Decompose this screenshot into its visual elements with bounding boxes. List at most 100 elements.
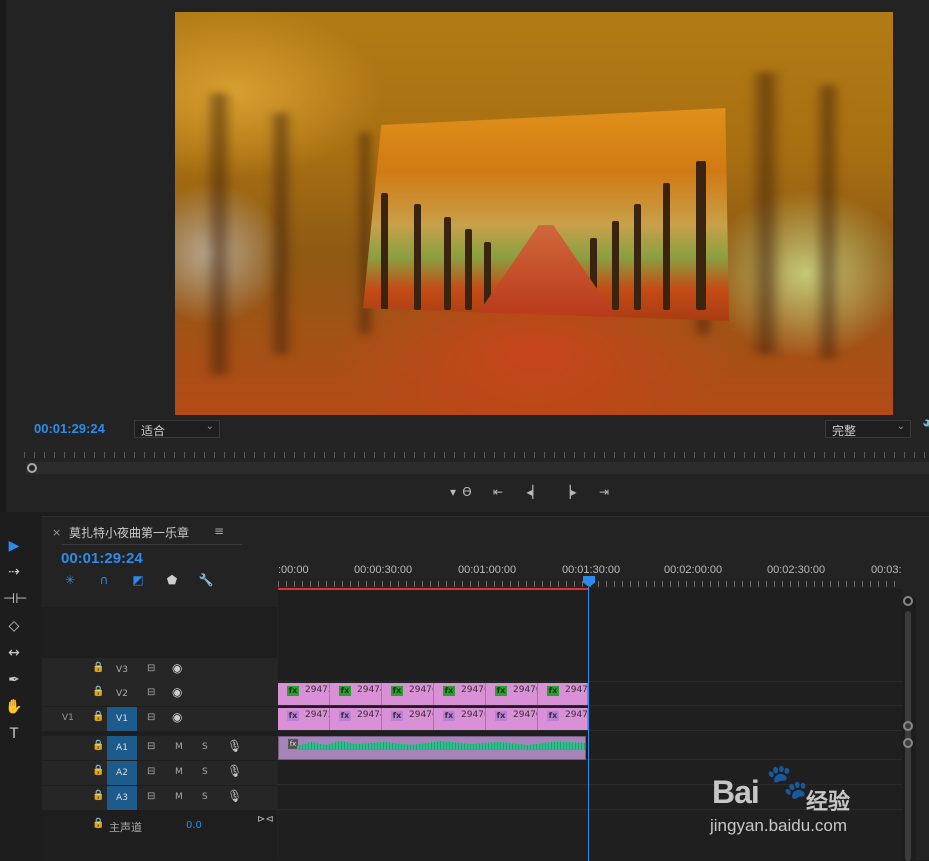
scrollbar-track[interactable] <box>905 611 911 861</box>
sync-lock-icon[interactable]: ⊟ <box>147 663 155 674</box>
video-clip[interactable]: fx2947( <box>538 708 588 730</box>
close-tab-icon[interactable]: × <box>52 526 61 539</box>
sequence-timecode[interactable]: 00:01:29:24 <box>61 550 143 567</box>
lock-icon[interactable]: 🔒 <box>92 740 104 751</box>
link-icon[interactable]: ϴ <box>458 484 476 500</box>
razor-tool-icon[interactable]: ◇ <box>3 616 25 636</box>
track-name-v3[interactable]: V3 <box>107 658 137 682</box>
track-name-v1[interactable]: V1 <box>107 707 137 731</box>
sync-lock-icon[interactable]: ⊟ <box>147 712 155 723</box>
track-select-tool-icon[interactable]: ⇢ <box>3 562 25 582</box>
track-name-a3[interactable]: A3 <box>107 786 137 810</box>
fx-badge: fx <box>287 686 299 696</box>
solo-button[interactable]: S <box>202 792 208 802</box>
go-to-out-icon[interactable]: ⇥ <box>595 484 613 500</box>
fx-badge: fx <box>287 711 299 721</box>
fx-badge: fx <box>339 686 351 696</box>
video-clip[interactable]: fx2947( <box>382 708 434 730</box>
video-clip[interactable]: fx2947( <box>538 683 588 705</box>
scroll-knob-lower[interactable] <box>903 738 913 748</box>
video-clip[interactable]: fx29470 <box>486 708 538 730</box>
timeline-settings-wrench-icon[interactable]: 🔧 <box>197 573 215 589</box>
lock-icon[interactable]: 🔒 <box>92 662 104 673</box>
watermark-url: jingyan.baidu.com <box>710 816 848 835</box>
microphone-icon[interactable]: 🎙 <box>227 764 242 778</box>
video-clip[interactable]: fx2947( <box>434 683 486 705</box>
fx-badge: fx <box>391 711 403 721</box>
solo-button[interactable]: S <box>202 767 208 777</box>
ripple-edit-tool-icon[interactable]: ⊣⊢ <box>3 589 27 609</box>
video-inset-image <box>363 108 729 321</box>
track-name-v2[interactable]: V2 <box>107 682 137 706</box>
video-clip[interactable]: fx29474 <box>330 708 382 730</box>
slip-tool-icon[interactable]: ↔ <box>3 643 25 663</box>
selection-tool-icon[interactable]: ▶ <box>3 536 25 556</box>
microphone-icon[interactable]: 🎙 <box>227 739 242 753</box>
track-row-v1: V1 🔒 V1 ⊟ ◉ fx29473 fx29474 fx2947( fx29… <box>42 707 902 731</box>
nest-toggle-icon[interactable]: ✳ <box>61 573 79 589</box>
lock-icon[interactable]: 🔒 <box>92 686 104 697</box>
fx-badge: fx <box>288 739 298 749</box>
step-forward-icon[interactable]: ▕▸ <box>560 484 578 500</box>
source-patch-v1[interactable]: V1 <box>62 713 74 723</box>
type-tool-icon[interactable]: T <box>3 724 25 744</box>
lock-icon[interactable]: 🔒 <box>92 711 104 722</box>
panel-menu-icon[interactable]: ≡ <box>214 524 224 538</box>
track-name-a1[interactable]: A1 <box>107 736 137 760</box>
video-clip[interactable]: fx29473 <box>278 683 330 705</box>
track-row-v3: 🔒 V3 ⊟ ◉ <box>42 658 902 682</box>
video-clip[interactable]: fx29474 <box>330 683 382 705</box>
lock-icon[interactable]: 🔒 <box>92 765 104 776</box>
sync-lock-icon[interactable]: ⊟ <box>147 687 155 698</box>
video-clip[interactable]: fx29473 <box>278 708 330 730</box>
ruler-label: :00:00 <box>278 564 309 576</box>
program-timecode[interactable]: 00:01:29:24 <box>34 421 105 436</box>
video-clip[interactable]: fx29470 <box>486 683 538 705</box>
eye-icon[interactable]: ◉ <box>172 685 182 699</box>
in-out-range-bar <box>278 588 588 590</box>
solo-button[interactable]: S <box>202 742 208 752</box>
track-name-a2[interactable]: A2 <box>107 761 137 785</box>
watermark-cn: 经验 <box>806 790 851 815</box>
baidu-jingyan-watermark: Bai 🐾 经验 jingyan.baidu.com <box>700 760 900 840</box>
pen-tool-icon[interactable]: ✒ <box>3 670 25 690</box>
program-time-ruler[interactable] <box>24 452 929 462</box>
program-scrub-bar[interactable] <box>26 462 929 474</box>
ruler-label: 00:02:00:00 <box>664 564 723 576</box>
ruler-label: 00:01:00:00 <box>458 564 517 576</box>
scroll-knob-mid[interactable] <box>903 721 913 731</box>
scroll-knob-top[interactable] <box>903 596 913 606</box>
fx-badge: fx <box>547 711 559 721</box>
playback-quality-dropdown[interactable]: 完整 ⌄ <box>825 420 911 438</box>
hand-tool-icon[interactable]: ✋ <box>3 697 25 717</box>
snap-magnet-icon[interactable]: ∩ <box>95 573 113 589</box>
lock-icon[interactable]: 🔒 <box>92 790 104 801</box>
fx-badge: fx <box>391 686 403 696</box>
chevron-down-icon: ⌄ <box>896 421 905 432</box>
go-to-in-icon[interactable]: ⇤ <box>489 484 507 500</box>
step-back-icon[interactable]: ◂▏ <box>525 484 543 500</box>
mute-button[interactable]: M <box>175 742 183 752</box>
audio-clip[interactable]: fx <box>278 736 586 760</box>
mute-button[interactable]: M <box>175 792 183 802</box>
linked-selection-icon[interactable]: ◩ <box>129 573 147 589</box>
fx-badge: fx <box>495 711 507 721</box>
eye-icon[interactable]: ◉ <box>172 661 182 675</box>
add-marker-icon[interactable]: ⬟ <box>163 573 181 589</box>
sync-lock-icon[interactable]: ⊟ <box>147 741 155 752</box>
program-playhead-handle[interactable] <box>27 463 37 473</box>
sequence-tab-title[interactable]: 莫扎特小夜曲第一乐章 <box>69 524 189 541</box>
monitor-settings-wrench-icon[interactable]: 🔧 <box>922 420 929 436</box>
eye-icon[interactable]: ◉ <box>172 710 182 724</box>
sync-lock-icon[interactable]: ⊟ <box>147 766 155 777</box>
timeline-playhead-line <box>588 587 589 861</box>
zoom-fit-dropdown[interactable]: 适合 ⌄ <box>134 420 220 438</box>
mute-button[interactable]: M <box>175 767 183 777</box>
microphone-icon[interactable]: 🎙 <box>227 789 242 803</box>
master-volume-value[interactable]: 0.0 <box>186 820 202 831</box>
video-clip[interactable]: fx2947( <box>434 708 486 730</box>
go-to-end-icon[interactable]: ⊳⊲ <box>257 814 274 825</box>
lock-icon[interactable]: 🔒 <box>92 818 104 829</box>
sync-lock-icon[interactable]: ⊟ <box>147 791 155 802</box>
video-clip[interactable]: fx2947( <box>382 683 434 705</box>
